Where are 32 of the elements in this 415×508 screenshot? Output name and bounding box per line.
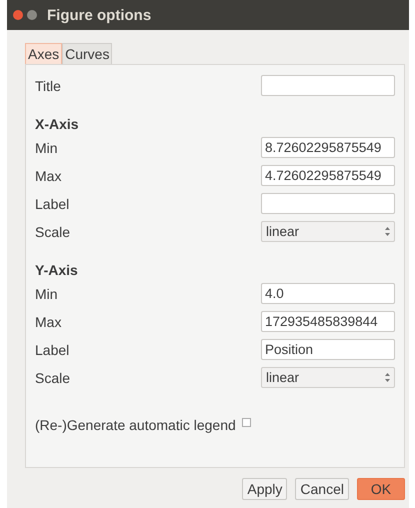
checkbox-label: (Re-)Generate automatic legend <box>35 417 236 433</box>
field-label: Scale <box>35 370 70 386</box>
section-heading: Y-Axis <box>35 262 79 278</box>
field-label: Min <box>35 140 58 156</box>
tab[interactable]: Curves <box>62 43 112 64</box>
field-label: Scale <box>35 224 70 240</box>
scale-dropdown[interactable]: linear <box>261 367 395 388</box>
close-icon[interactable] <box>13 10 23 20</box>
tab[interactable]: Axes <box>25 43 62 64</box>
field-label: Label <box>35 342 70 358</box>
checkbox[interactable] <box>242 418 251 426</box>
scale-dropdown[interactable]: linear <box>261 221 395 242</box>
minimize-icon[interactable] <box>27 10 37 20</box>
field-label: Max <box>35 168 62 184</box>
field-label: Max <box>35 314 62 330</box>
input-field[interactable]: 4.72602295875549 <box>261 165 395 186</box>
input-field[interactable]: 4.0 <box>261 283 395 304</box>
input-field[interactable] <box>261 75 395 96</box>
spinner-arrows-icon <box>385 373 390 382</box>
input-field[interactable] <box>261 193 395 214</box>
spinner-arrows-icon <box>385 227 390 236</box>
section-heading: X-Axis <box>35 116 80 132</box>
input-field[interactable]: 172935485839844 <box>261 311 395 332</box>
field-label: Label <box>35 196 70 212</box>
window-title: Figure options <box>47 6 152 24</box>
input-field[interactable]: Position <box>261 339 395 360</box>
field-label: Title <box>35 78 61 94</box>
input-field[interactable]: 8.72602295875549 <box>261 137 395 158</box>
ok-button[interactable]: OK <box>357 478 405 500</box>
field-label: Min <box>35 286 58 302</box>
dialog-button[interactable]: Cancel <box>295 478 349 500</box>
dialog-button[interactable]: Apply <box>242 478 288 500</box>
